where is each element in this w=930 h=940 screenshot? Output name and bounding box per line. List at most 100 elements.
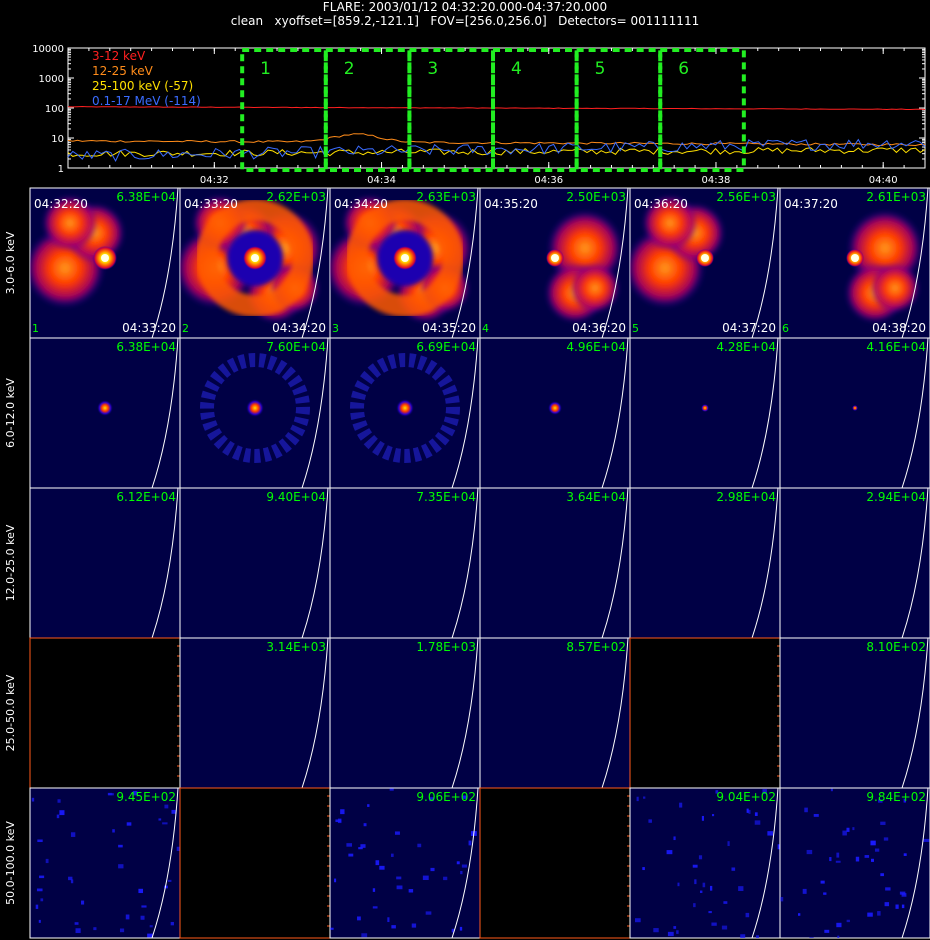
panel-background [179,787,331,939]
noise-speckle [411,923,417,928]
noise-speckle [754,820,761,825]
noise-speckle [780,897,784,902]
image-panel [629,637,781,789]
peak-value: 3.64E+04 [566,490,626,504]
noise-speckle [75,928,81,934]
image-panel: 9.04E+02 [629,787,781,939]
noise-speckle [745,912,750,918]
noise-speckle [171,809,176,814]
noise-speckle [852,827,855,831]
image-panel: 2.50E+03 04:35:20 04:36:20 4 [479,187,631,339]
panel-end-time: 04:35:20 [422,321,476,335]
noise-speckle [701,815,704,821]
panel-end-time: 04:33:20 [122,321,176,335]
panel-interval-index: 3 [332,322,339,335]
noise-speckle [396,876,402,880]
noise-speckle [372,906,378,909]
flare-core-peak [101,254,109,262]
image-panel: 9.84E+02 [779,787,930,939]
noise-speckle [81,900,85,905]
noise-speckle [648,819,652,823]
noise-speckle [375,860,380,866]
peak-value: 8.10E+02 [866,640,926,654]
image-panel [179,787,331,939]
noise-speckle [923,838,930,842]
noise-speckle [895,904,899,909]
panel-end-time: 04:38:20 [872,321,926,335]
noise-speckle [107,792,112,796]
noise-speckle [340,809,345,815]
image-panel: 2.94E+04 [779,487,930,639]
panel-background [629,487,781,639]
noise-speckle [348,853,354,857]
noise-speckle [836,922,842,928]
noise-speckle [901,893,907,897]
noise-speckle [379,865,385,870]
noise-speckle [461,864,468,868]
panel-background [629,337,781,489]
panel-interval-index: 4 [482,322,489,335]
panel-background [779,337,930,489]
noise-speckle [883,837,889,841]
noise-speckle [389,788,394,791]
panel-start-time: 04:37:20 [784,197,838,211]
noise-speckle [162,822,168,825]
image-panel: 4.96E+04 [479,337,631,489]
noise-speckle [31,797,35,802]
noise-speckle [870,840,876,846]
noise-speckle [885,887,891,891]
image-panel: 8.57E+02 [479,637,631,789]
noise-speckle [372,888,376,892]
peak-value: 9.06E+02 [416,790,476,804]
emission-region [570,263,620,313]
noise-speckle [164,804,169,809]
noise-speckle [126,822,132,826]
noise-speckle [346,843,353,847]
row-energy-label: 25.0-50.0 keV [4,674,17,751]
noise-speckle [456,861,460,865]
image-panel: 3.14E+03 [179,637,331,789]
image-panel: 7.60E+04 [179,337,331,489]
noise-speckle [361,933,368,938]
point-source [548,401,562,415]
noise-speckle [459,926,463,931]
noise-speckle [721,925,728,930]
peak-value: 9.45E+02 [116,790,176,804]
point-source [852,405,858,411]
noise-speckle [59,810,65,816]
noise-speckle [634,918,641,923]
noise-speckle [727,841,730,847]
panel-start-time: 04:32:20 [34,197,88,211]
noise-speckle [731,867,736,871]
noise-speckle [408,889,414,893]
peak-value: 7.60E+04 [266,340,326,354]
noise-speckle [176,846,180,851]
panel-interval-index: 1 [32,322,39,335]
peak-value: 9.04E+02 [716,790,776,804]
peak-value: 4.28E+04 [716,340,776,354]
noise-speckle [676,930,679,934]
noise-speckle [443,876,448,881]
peak-value: 3.14E+03 [266,640,326,654]
peak-value: 6.38E+04 [116,340,176,354]
noise-speckle [56,814,60,819]
noise-speckle [855,856,860,862]
emission-region [870,263,920,313]
noise-speckle [699,890,703,893]
noise-speckle [748,809,751,814]
noise-speckle [666,850,673,855]
noise-speckle [846,919,850,923]
noise-speckle [149,925,153,928]
image-panel: 6.38E+04 [29,337,181,489]
row-energy-label: 6.0-12.0 keV [4,378,17,448]
noise-speckle [723,901,728,904]
image-panel: 6.38E+04 04:32:20 04:33:20 1 [29,187,181,339]
noise-speckle [141,905,147,908]
noise-speckle [901,904,905,909]
image-panel: 3.64E+04 [479,487,631,639]
flare-core-peak [251,254,259,262]
noise-speckle [903,853,907,856]
noise-speckle [170,921,174,926]
point-source [97,400,113,416]
noise-speckle [138,888,144,894]
